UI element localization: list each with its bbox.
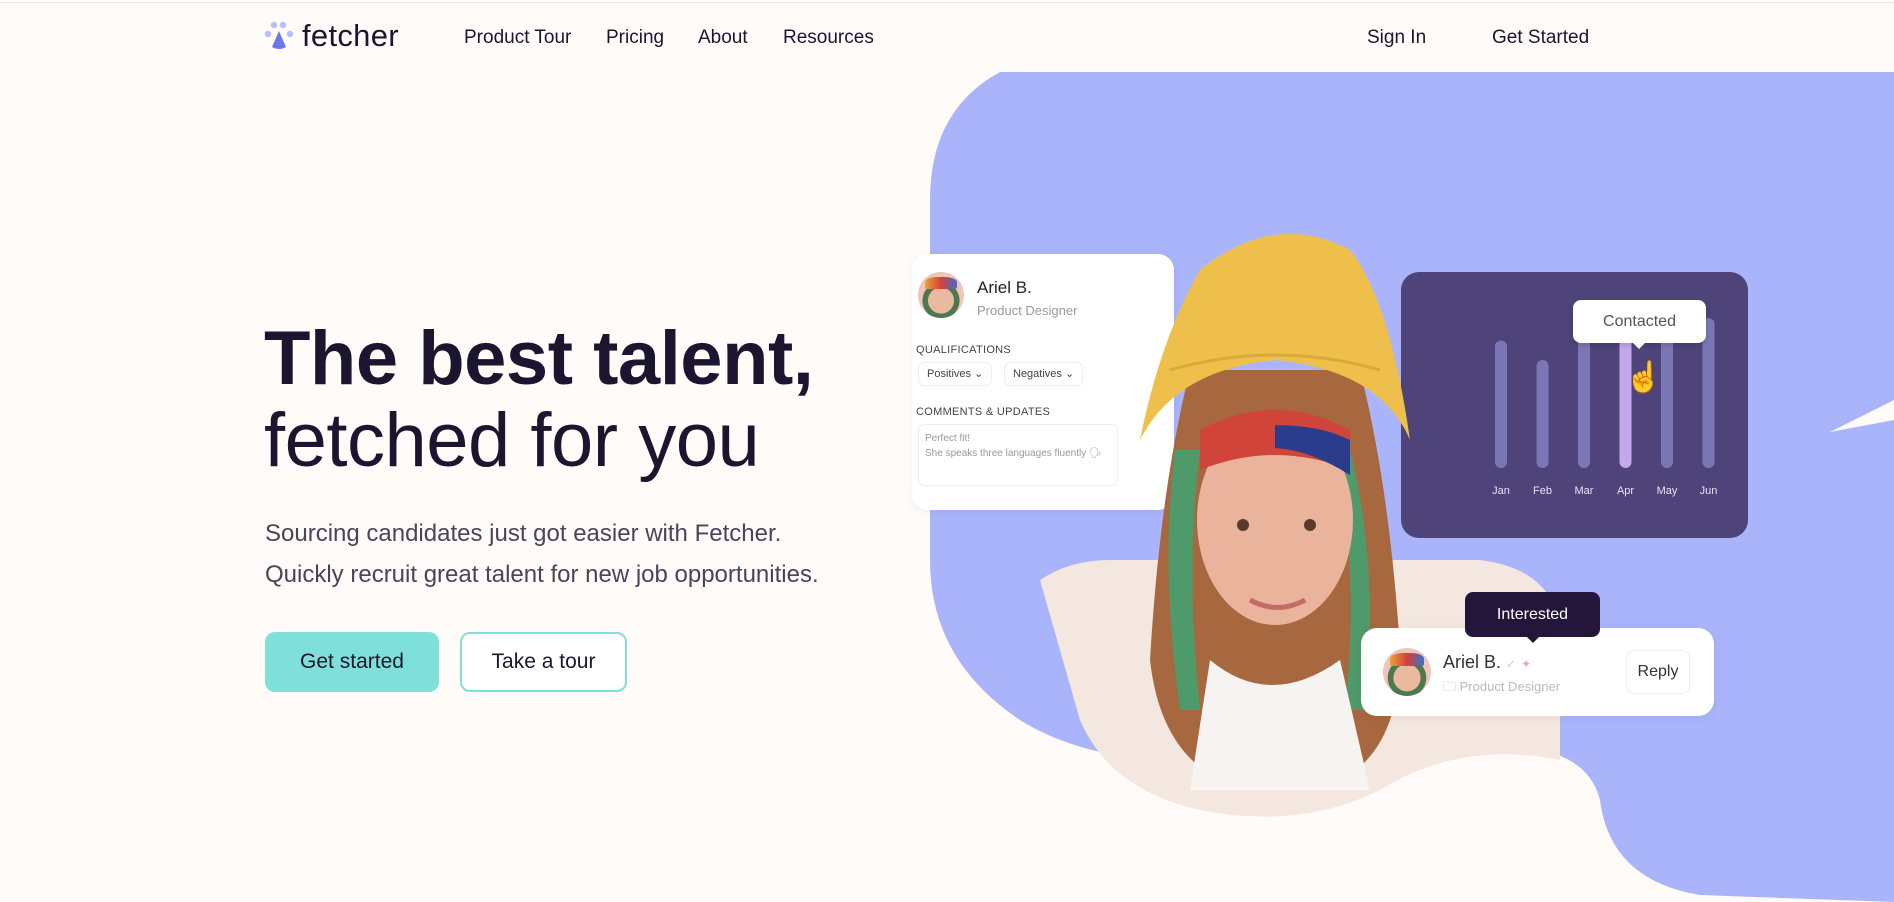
candidate-role: 🗀 Product Designer — [1443, 678, 1560, 700]
chart-tick-label: Feb — [1533, 485, 1552, 497]
candidate-role: Product Designer — [977, 303, 1078, 318]
chart-tick-label: Jan — [1492, 485, 1510, 497]
name-text: Ariel B. — [1443, 652, 1502, 672]
chart-bar-may[interactable] — [1661, 336, 1673, 468]
negatives-label: Negatives — [1013, 368, 1062, 380]
chart-tick-label: Mar — [1575, 485, 1594, 497]
chart-bar-jan[interactable] — [1495, 340, 1507, 469]
chart-tick-label: Jun — [1700, 485, 1718, 497]
candidate-name: Ariel B. ✓ ✦ — [1443, 652, 1531, 673]
comments-label: COMMENTS & UPDATES — [916, 406, 1051, 418]
positives-label: Positives — [927, 368, 972, 380]
chart-bar-apr[interactable] — [1619, 330, 1632, 468]
chart-bar-jun[interactable] — [1702, 318, 1715, 468]
chart-tick-label: Apr — [1617, 485, 1634, 497]
chart-bar-mar[interactable] — [1578, 330, 1590, 468]
candidate-photo — [1140, 234, 1410, 790]
check-icon: ✓ — [1506, 657, 1517, 671]
sparkle-icon: ✦ — [1521, 657, 1532, 671]
avatar — [918, 272, 964, 318]
reply-button[interactable]: Reply — [1626, 650, 1690, 694]
interested-badge: Interested — [1465, 592, 1600, 643]
negatives-dropdown[interactable]: Negatives ⌄ — [1004, 362, 1084, 386]
contacted-tooltip: Contacted — [1573, 300, 1706, 349]
chevron-down-icon: ⌄ — [974, 368, 984, 380]
chevron-down-icon: ⌄ — [1064, 368, 1075, 380]
avatar — [1383, 648, 1431, 696]
role-text: Product Designer — [1459, 679, 1561, 694]
hand-cursor-icon: ☝ — [1625, 361, 1663, 394]
chart-tick-label: May — [1657, 485, 1678, 497]
qualifications-label: QUALIFICATIONS — [916, 344, 1012, 356]
folder-icon: 🗀 — [1443, 679, 1457, 694]
chart-bar-feb[interactable] — [1536, 360, 1549, 468]
candidate-name: Ariel B. — [977, 278, 1032, 297]
positives-dropdown[interactable]: Positives ⌄ — [918, 362, 993, 386]
